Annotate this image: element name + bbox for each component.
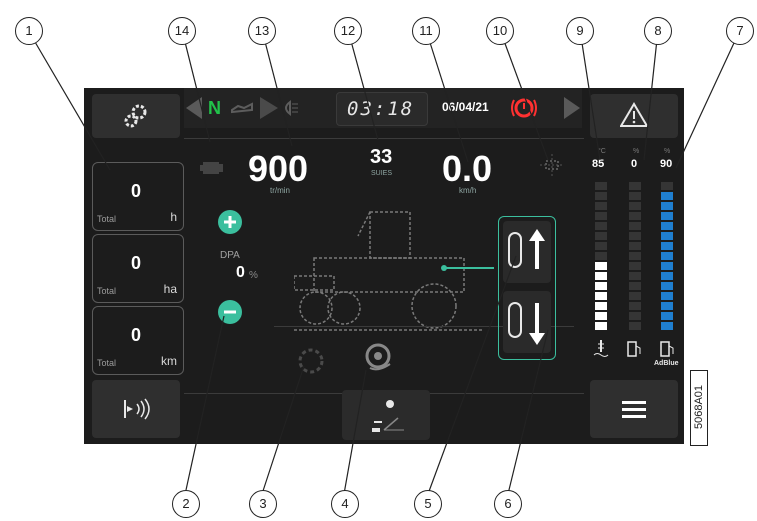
callout-7: 7 bbox=[726, 17, 754, 45]
callout-4: 4 bbox=[331, 490, 359, 518]
callout-13: 13 bbox=[248, 17, 276, 45]
callout-8: 8 bbox=[644, 17, 672, 45]
callout-6: 6 bbox=[494, 490, 522, 518]
callout-9: 9 bbox=[566, 17, 594, 45]
callout-leaders bbox=[27, 29, 741, 495]
callout-12: 12 bbox=[334, 17, 362, 45]
callout-14: 14 bbox=[168, 17, 196, 45]
callout-1: 1 bbox=[15, 17, 43, 45]
callout-11: 11 bbox=[412, 17, 440, 45]
callout-2: 2 bbox=[172, 490, 200, 518]
callout-10: 10 bbox=[486, 17, 514, 45]
callout-3: 3 bbox=[249, 490, 277, 518]
callout-5: 5 bbox=[414, 490, 442, 518]
